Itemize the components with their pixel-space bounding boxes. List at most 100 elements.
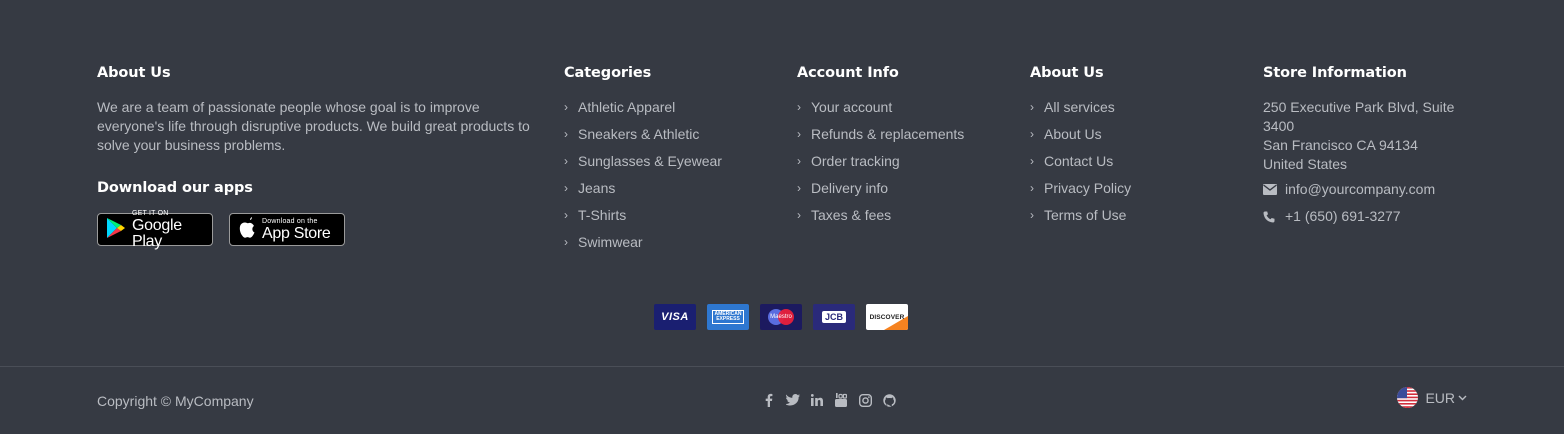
chevron-right-icon: › xyxy=(564,181,568,195)
link-label: Sneakers & Athletic xyxy=(578,126,700,142)
google-play-small: GET IT ON xyxy=(132,209,169,217)
store-phone[interactable]: +1 (650) 691-3277 xyxy=(1263,205,1454,228)
app-store-small: Download on the xyxy=(262,217,318,225)
categories-list: › Athletic Apparel › Sneakers & Athletic ›… xyxy=(564,98,722,260)
link-label: Terms of Use xyxy=(1044,207,1127,223)
link-label: T-Shirts xyxy=(578,207,627,223)
phone-icon xyxy=(1263,211,1285,223)
store-email[interactable]: info@yourcompany.com xyxy=(1263,178,1454,201)
chevron-right-icon: › xyxy=(797,154,801,168)
linkedin-icon[interactable] xyxy=(810,392,824,408)
link-label: About Us xyxy=(1044,126,1102,142)
about-link[interactable]: › All services xyxy=(1030,98,1131,125)
discover-card-icon: DISCOVER xyxy=(866,304,908,330)
chevron-down-icon xyxy=(1458,395,1467,401)
chevron-right-icon: › xyxy=(1030,181,1034,195)
payment-methods: VISA AMERICAN EXPRESS Maestro JCB DISCOV… xyxy=(654,304,908,330)
store-title: Store Information xyxy=(1263,65,1407,81)
link-label: All services xyxy=(1044,99,1115,115)
app-store-label: App Store xyxy=(262,224,331,242)
chevron-right-icon: › xyxy=(564,127,568,141)
app-badges: GET IT ON Google Play Download on the Ap… xyxy=(97,209,537,249)
amex-card-icon: AMERICAN EXPRESS xyxy=(707,304,749,330)
store-section: Store Information 250 Executive Park Blv… xyxy=(1263,64,1454,228)
account-list: › Your account › Refunds & replacements › O… xyxy=(797,98,964,233)
chevron-right-icon: › xyxy=(1030,100,1034,114)
link-label: Sunglasses & Eyewear xyxy=(578,153,722,169)
account-link[interactable]: › Order tracking xyxy=(797,152,964,179)
account-link[interactable]: › Taxes & fees xyxy=(797,206,964,233)
chevron-right-icon: › xyxy=(797,127,801,141)
category-link[interactable]: › Sneakers & Athletic xyxy=(564,125,722,152)
store-address-line: 250 Executive Park Blvd, Suite xyxy=(1263,99,1455,115)
category-link[interactable]: › Athletic Apparel xyxy=(564,98,722,125)
link-label: Order tracking xyxy=(811,153,900,169)
github-icon[interactable] xyxy=(882,392,896,408)
account-link[interactable]: › Delivery info xyxy=(797,179,964,206)
about-link[interactable]: › About Us xyxy=(1030,125,1131,152)
account-link[interactable]: › Your account xyxy=(797,98,964,125)
instagram-icon[interactable] xyxy=(858,392,872,408)
link-label: Contact Us xyxy=(1044,153,1114,169)
categories-title: Categories xyxy=(564,65,652,81)
chevron-right-icon: › xyxy=(797,208,801,222)
about-section: About Us We are a team of passionate peo… xyxy=(97,64,537,249)
link-label: Privacy Policy xyxy=(1044,180,1132,196)
store-address-line: San Francisco CA 94134 xyxy=(1263,137,1418,153)
store-address-line: 3400 xyxy=(1263,118,1295,134)
link-label: Jeans xyxy=(578,180,616,196)
footer-top: About Us We are a team of passionate peo… xyxy=(0,0,1564,366)
categories-section: Categories › Athletic Apparel › Sneakers &… xyxy=(564,64,722,260)
chevron-right-icon: › xyxy=(797,100,801,114)
chevron-right-icon: › xyxy=(1030,208,1034,222)
google-play-label: Google Play xyxy=(132,216,182,250)
category-link[interactable]: › Sunglasses & Eyewear xyxy=(564,152,722,179)
store-address-line: United States xyxy=(1263,156,1348,172)
account-link[interactable]: › Refunds & replacements xyxy=(797,125,964,152)
chevron-right-icon: › xyxy=(1030,154,1034,168)
app-store-button[interactable]: Download on the App Store xyxy=(229,213,345,246)
currency-label: EUR xyxy=(1425,389,1455,406)
chevron-right-icon: › xyxy=(1030,127,1034,141)
link-label: Swimwear xyxy=(578,234,643,250)
jcb-card-icon: JCB xyxy=(813,304,855,330)
facebook-icon[interactable] xyxy=(762,392,776,408)
about-link[interactable]: › Privacy Policy xyxy=(1030,179,1131,206)
us-flag-icon xyxy=(1397,387,1419,408)
category-link[interactable]: › T-Shirts xyxy=(564,206,722,233)
account-section: Account Info › Your account › Refunds & re… xyxy=(797,64,964,233)
category-link[interactable]: › Swimwear xyxy=(564,233,722,260)
google-play-icon xyxy=(106,217,126,242)
account-title: Account Info xyxy=(797,65,899,81)
twitter-icon[interactable] xyxy=(786,392,800,408)
copyright-text: Copyright © MyCompany xyxy=(97,393,254,409)
link-label: Your account xyxy=(811,99,893,115)
about-title: About Us xyxy=(97,65,171,81)
chevron-right-icon: › xyxy=(564,235,568,249)
chevron-right-icon: › xyxy=(564,208,568,222)
chevron-right-icon: › xyxy=(797,181,801,195)
about-links-list: › All services › About Us › Contact Us › Pri… xyxy=(1030,98,1131,233)
about-links-title: About Us xyxy=(1030,65,1104,81)
about-link[interactable]: › Terms of Use xyxy=(1030,206,1131,233)
maestro-card-icon: Maestro xyxy=(760,304,802,330)
link-label: Delivery info xyxy=(811,180,889,196)
youtube-icon[interactable] xyxy=(834,392,848,408)
google-play-button[interactable]: GET IT ON Google Play xyxy=(97,209,213,249)
chevron-right-icon: › xyxy=(564,154,568,168)
store-email-text: info@yourcompany.com xyxy=(1285,181,1436,197)
link-label: Refunds & replacements xyxy=(811,126,965,142)
apple-icon xyxy=(238,217,256,242)
link-label: Taxes & fees xyxy=(811,207,892,223)
apps-title: Download our apps xyxy=(97,180,253,196)
footer-bottom: Copyright © MyCompany EUR xyxy=(0,366,1564,433)
visa-card-icon: VISA xyxy=(654,304,696,330)
category-link[interactable]: › Jeans xyxy=(564,179,722,206)
about-link[interactable]: › Contact Us xyxy=(1030,152,1131,179)
chevron-right-icon: › xyxy=(564,100,568,114)
currency-selector[interactable]: EUR xyxy=(1397,387,1467,408)
link-label: Athletic Apparel xyxy=(578,99,676,115)
store-phone-text: +1 (650) 691-3277 xyxy=(1285,208,1401,224)
about-links-section: About Us › All services › About Us › Contac… xyxy=(1030,64,1131,233)
social-links xyxy=(762,392,896,408)
